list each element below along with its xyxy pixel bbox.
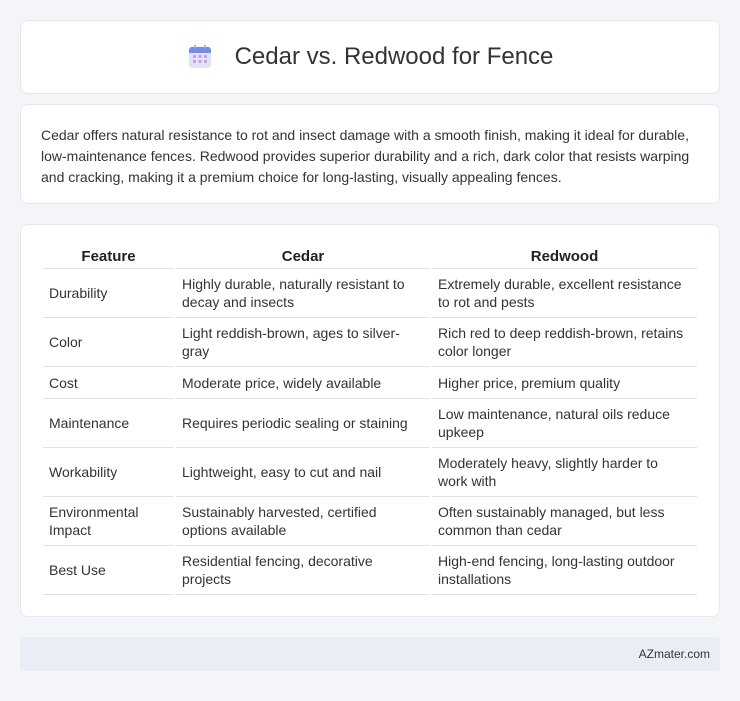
column-header-feature: Feature [43,245,174,269]
table-row: Durability Highly durable, naturally res… [43,269,697,318]
cedar-cell: Light reddish-brown, ages to silver-gray [176,318,430,367]
intro-paragraph: Cedar offers natural resistance to rot a… [41,127,690,185]
redwood-cell: Extremely durable, excellent resistance … [432,269,697,318]
table-row: Workability Lightweight, easy to cut and… [43,448,697,497]
redwood-cell: Moderately heavy, slightly harder to wor… [432,448,697,497]
table-row: Maintenance Requires periodic sealing or… [43,399,697,448]
redwood-cell: Higher price, premium quality [432,367,697,399]
intro-card: Cedar offers natural resistance to rot a… [20,104,720,204]
feature-cell: Maintenance [43,399,174,448]
cedar-cell: Sustainably harvested, certified options… [176,497,430,546]
title-wrap: Cedar vs. Redwood for Fence [187,43,554,71]
column-header-redwood: Redwood [432,245,697,269]
redwood-cell: High-end fencing, long-lasting outdoor i… [432,546,697,595]
table-header-row: Feature Cedar Redwood [43,245,697,269]
cedar-cell: Residential fencing, decorative projects [176,546,430,595]
feature-cell: Workability [43,448,174,497]
feature-cell: Color [43,318,174,367]
feature-cell: Best Use [43,546,174,595]
cedar-cell: Requires periodic sealing or staining [176,399,430,448]
table-row: Best Use Residential fencing, decorative… [43,546,697,595]
table-row: Environmental Impact Sustainably harvest… [43,497,697,546]
feature-cell: Environmental Impact [43,497,174,546]
feature-cell: Durability [43,269,174,318]
column-header-cedar: Cedar [176,245,430,269]
calendar-icon [188,45,211,68]
redwood-cell: Rich red to deep reddish-brown, retains … [432,318,697,367]
comparison-card: Feature Cedar Redwood Durability Highly … [20,224,720,617]
table-row: Color Light reddish-brown, ages to silve… [43,318,697,367]
page-title: Cedar vs. Redwood for Fence [234,43,554,70]
comparison-table: Feature Cedar Redwood Durability Highly … [41,245,699,595]
redwood-cell: Low maintenance, natural oils reduce upk… [432,399,697,448]
table-row: Cost Moderate price, widely available Hi… [43,367,697,399]
title-card: Cedar vs. Redwood for Fence [20,20,720,94]
footer-site-link[interactable]: AZmater.com [639,647,710,661]
redwood-cell: Often sustainably managed, but less comm… [432,497,697,546]
footer: AZmater.com [20,637,720,671]
feature-cell: Cost [43,367,174,399]
cedar-cell: Moderate price, widely available [176,367,430,399]
cedar-cell: Highly durable, naturally resistant to d… [176,269,430,318]
cedar-cell: Lightweight, easy to cut and nail [176,448,430,497]
